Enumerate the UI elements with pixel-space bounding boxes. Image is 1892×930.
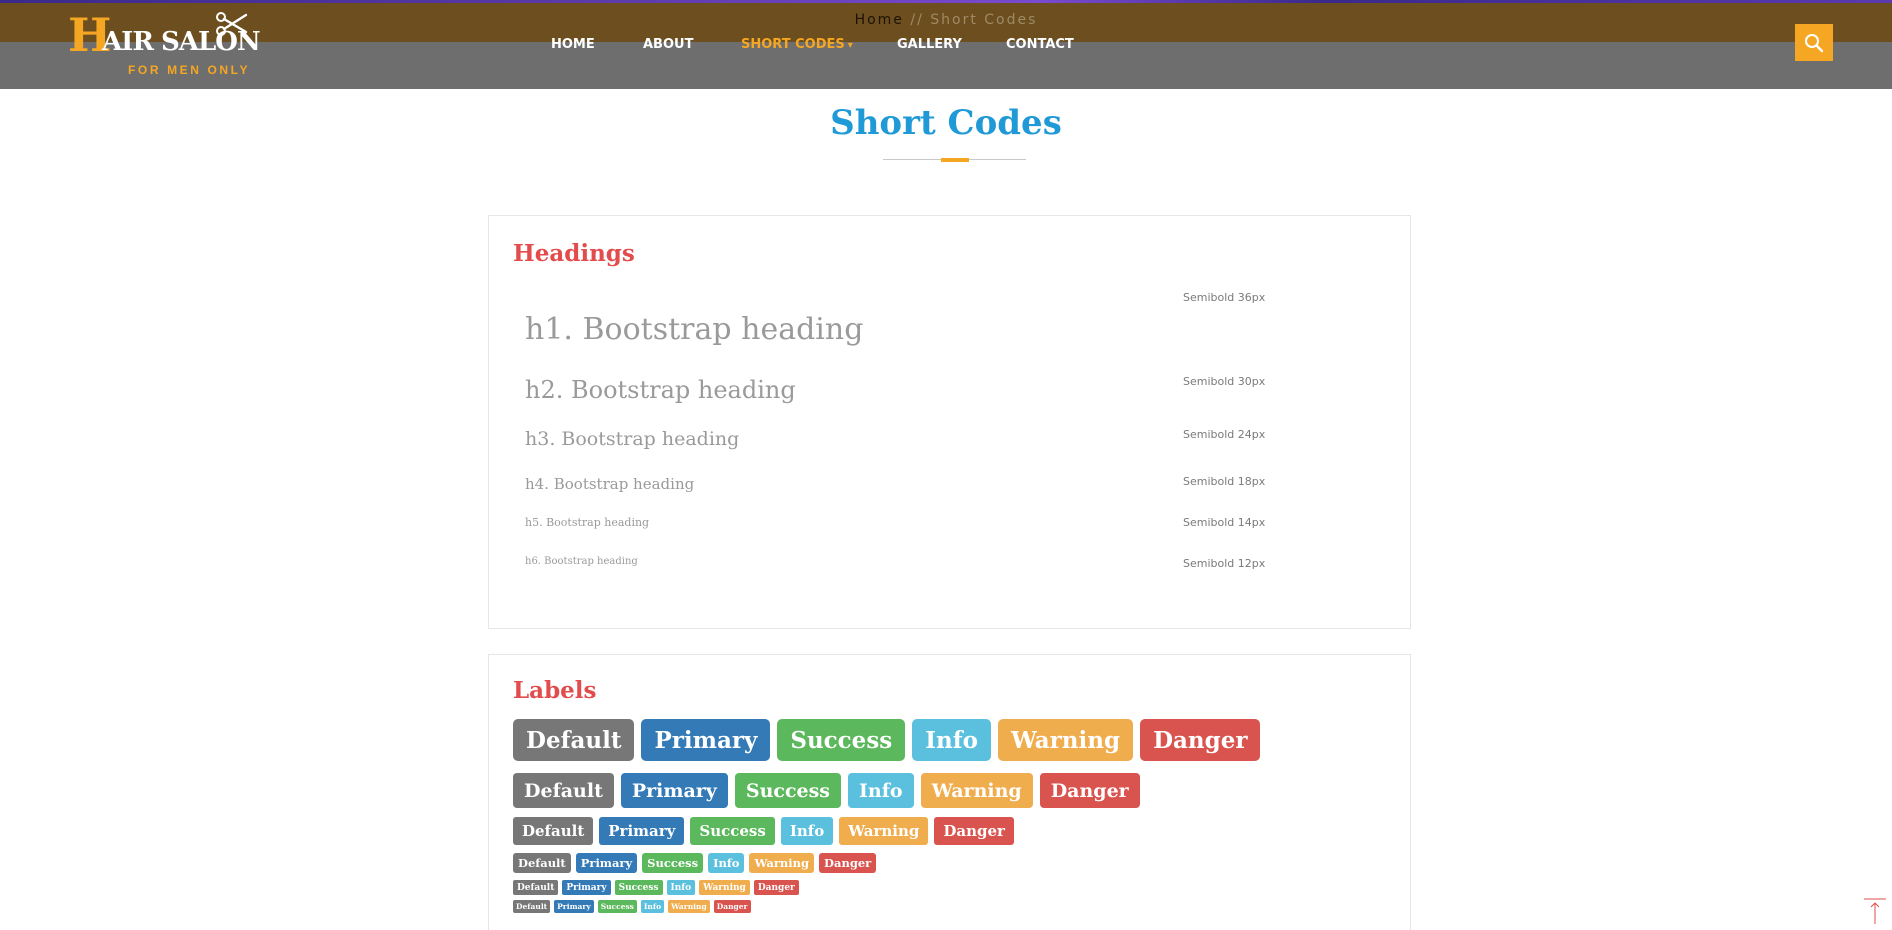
label-default: Default [513, 817, 594, 845]
label-primary: Primary [554, 900, 594, 913]
label-info: Info [848, 773, 914, 808]
label-danger: Danger [713, 900, 751, 913]
label-danger: Danger [1039, 773, 1140, 808]
title-divider-accent [941, 158, 969, 162]
label-warning: Warning [668, 900, 710, 913]
nav-item-short-codes[interactable]: SHORT CODES ▾ [741, 37, 853, 52]
label-warning: Warning [920, 773, 1033, 808]
label-row-md: Default Primary Success Info Warning Dan… [513, 817, 1014, 845]
label-row-xl: Default Primary Success Info Warning Dan… [513, 719, 1261, 761]
heading-sample-h4: h4. Bootstrap heading [525, 475, 695, 493]
label-row-sm: Default Primary Success Info Warning Dan… [513, 853, 877, 873]
breadcrumb-home-link[interactable]: Home [855, 12, 904, 28]
breadcrumb: Home // Short Codes [0, 12, 1892, 28]
logo-tagline: FOR MEN ONLY [128, 63, 251, 77]
heading-note-h3: Semibold 24px [1183, 428, 1266, 441]
label-danger: Danger [1140, 719, 1261, 761]
label-success: Success [614, 880, 663, 895]
nav-item-contact[interactable]: CONTACT [1006, 37, 1074, 52]
label-info: Info [912, 719, 991, 761]
site-logo[interactable]: H AIR SALON FOR MEN ONLY [68, 12, 261, 78]
label-primary: Primary [562, 880, 611, 895]
chevron-down-icon: ▾ [847, 40, 853, 51]
label-success: Success [690, 817, 775, 845]
scissors-icon [216, 12, 248, 36]
arrow-up-icon[interactable] [1862, 897, 1888, 925]
label-danger: Danger [934, 817, 1014, 845]
heading-note-h4: Semibold 18px [1183, 475, 1266, 488]
label-primary: Primary [641, 719, 771, 761]
breadcrumb-current: Short Codes [930, 12, 1038, 28]
label-danger: Danger [819, 853, 877, 873]
label-success: Success [777, 719, 906, 761]
label-warning: Warning [839, 817, 929, 845]
heading-sample-h5: h5. Bootstrap heading [525, 516, 650, 529]
label-success: Success [597, 900, 637, 913]
labels-panel: Labels Default Primary Success Info Warn… [488, 654, 1411, 930]
labels-panel-title: Labels [513, 677, 597, 704]
headings-panel-title: Headings [513, 240, 635, 267]
nav-item-short-codes-label: SHORT CODES [741, 37, 845, 52]
page-title: Short Codes [830, 103, 1062, 143]
label-default: Default [513, 853, 571, 873]
label-success: Success [642, 853, 704, 873]
nav-item-about[interactable]: ABOUT [643, 37, 693, 52]
label-warning: Warning [699, 880, 750, 895]
label-primary: Primary [620, 773, 728, 808]
heading-sample-h1: h1. Bootstrap heading [525, 312, 864, 347]
breadcrumb-separator: // [903, 12, 931, 28]
nav-item-home[interactable]: HOME [551, 37, 595, 52]
heading-note-h2: Semibold 30px [1183, 375, 1266, 388]
label-warning: Warning [749, 853, 815, 873]
nav-item-gallery[interactable]: GALLERY [897, 37, 962, 52]
header-accent-strip [0, 0, 1892, 3]
label-warning: Warning [997, 719, 1134, 761]
search-button[interactable] [1795, 24, 1833, 61]
heading-sample-h2: h2. Bootstrap heading [525, 376, 796, 404]
label-danger: Danger [753, 880, 799, 895]
label-success: Success [734, 773, 841, 808]
search-icon [1805, 33, 1824, 52]
label-default: Default [513, 719, 635, 761]
heading-sample-h3: h3. Bootstrap heading [525, 428, 740, 450]
heading-note-h1: Semibold 36px [1183, 291, 1266, 304]
label-row-lg: Default Primary Success Info Warning Dan… [513, 773, 1140, 808]
label-info: Info [780, 817, 834, 845]
label-row-xxs: Default Primary Success Info Warning Dan… [513, 900, 751, 913]
label-primary: Primary [575, 853, 638, 873]
site-header: Home // Short Codes H AIR SALON FOR MEN … [0, 0, 1892, 89]
label-info: Info [666, 880, 696, 895]
label-default: Default [513, 773, 614, 808]
label-info: Info [708, 853, 745, 873]
label-primary: Primary [599, 817, 685, 845]
headings-panel: Headings h1. Bootstrap heading Semibold … [488, 215, 1411, 629]
label-default: Default [513, 900, 551, 913]
label-row-xs: Default Primary Success Info Warning Dan… [513, 880, 799, 895]
heading-sample-h6: h6. Bootstrap heading [525, 556, 638, 567]
heading-note-h5: Semibold 14px [1183, 516, 1266, 529]
label-info: Info [640, 900, 665, 913]
heading-note-h6: Semibold 12px [1183, 557, 1266, 570]
label-default: Default [513, 880, 559, 895]
